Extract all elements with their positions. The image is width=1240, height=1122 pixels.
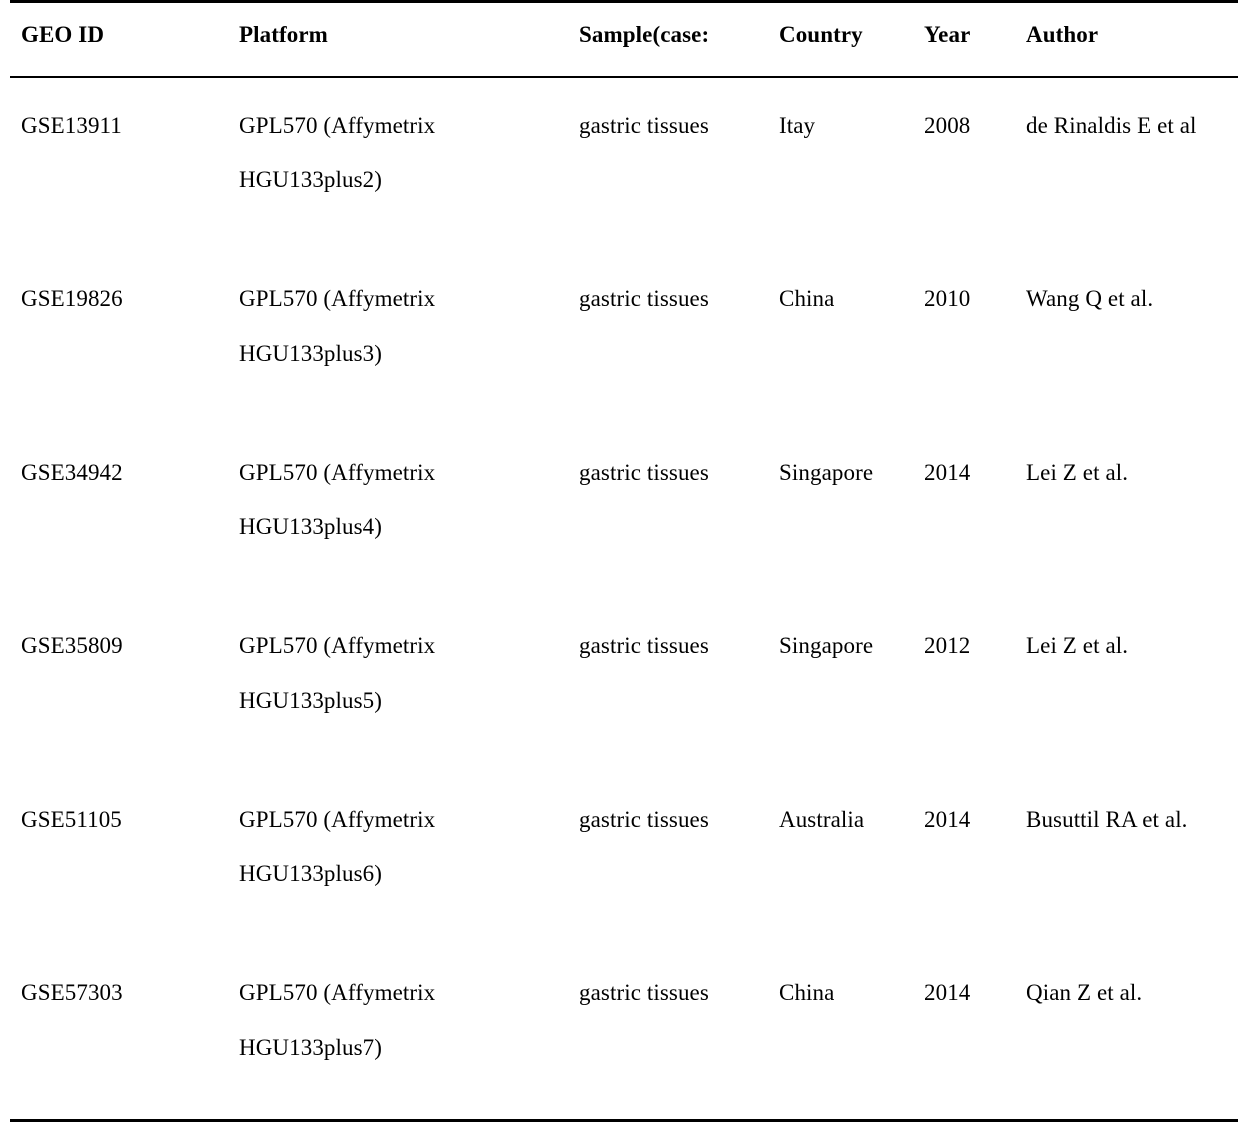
platform-line-2: HGU133plus5) bbox=[239, 687, 383, 713]
platform-line-2: HGU133plus3) bbox=[239, 340, 383, 366]
cell-sample: gastric tissues bbox=[579, 112, 709, 138]
cell-author: Busuttil RA et al. bbox=[1026, 806, 1188, 832]
cell-year: 2008 bbox=[924, 112, 971, 138]
table-row: GSE51105 GPL570 (Affymetrix HGU133plus6)… bbox=[10, 772, 1238, 945]
platform-line-2: HGU133plus2) bbox=[239, 167, 383, 193]
cell-country: Singapore bbox=[779, 459, 874, 485]
cell-author: Wang Q et al. bbox=[1026, 286, 1154, 312]
cell-platform: GPL570 (Affymetrix HGU133plus2) bbox=[239, 77, 579, 251]
cell-year: 2014 bbox=[924, 980, 971, 1006]
platform-line-1: GPL570 (Affymetrix bbox=[239, 286, 436, 312]
column-header-country: Country bbox=[779, 22, 863, 47]
geo-datasets-table-container: GEO ID Platform Sample(case: Country Yea… bbox=[10, 0, 1238, 1122]
cell-year: 2014 bbox=[924, 806, 971, 832]
column-header-geo-id: GEO ID bbox=[21, 22, 105, 47]
document-page: GEO ID Platform Sample(case: Country Yea… bbox=[0, 0, 1240, 1121]
table-row: GSE19826 GPL570 (Affymetrix HGU133plus3)… bbox=[10, 251, 1238, 424]
cell-platform: GPL570 (Affymetrix HGU133plus7) bbox=[239, 945, 579, 1120]
platform-line-1: GPL570 (Affymetrix bbox=[239, 806, 436, 832]
platform-line-2: HGU133plus7) bbox=[239, 1034, 383, 1060]
cell-platform: GPL570 (Affymetrix HGU133plus5) bbox=[239, 598, 579, 771]
cell-geo-id: GSE13911 bbox=[21, 112, 122, 138]
cell-year: 2014 bbox=[924, 459, 971, 485]
cell-country: China bbox=[779, 286, 835, 312]
cell-platform: GPL570 (Affymetrix HGU133plus4) bbox=[239, 425, 579, 598]
cell-sample: gastric tissues bbox=[579, 806, 709, 832]
column-header-author: Author bbox=[1026, 22, 1099, 47]
cell-author: Lei Z et al. bbox=[1026, 633, 1129, 659]
cell-geo-id: GSE19826 bbox=[21, 286, 123, 312]
cell-sample: gastric tissues bbox=[579, 633, 709, 659]
cell-geo-id: GSE57303 bbox=[21, 980, 123, 1006]
table-row: GSE57303 GPL570 (Affymetrix HGU133plus7)… bbox=[10, 945, 1238, 1120]
cell-author: de Rinaldis E et al bbox=[1026, 112, 1197, 138]
platform-line-2: HGU133plus6) bbox=[239, 861, 383, 887]
cell-year: 2010 bbox=[924, 286, 971, 312]
cell-sample: gastric tissues bbox=[579, 459, 709, 485]
column-header-year: Year bbox=[924, 22, 971, 47]
column-header-sample: Sample(case: bbox=[579, 22, 710, 47]
platform-line-1: GPL570 (Affymetrix bbox=[239, 633, 436, 659]
cell-country: China bbox=[779, 980, 835, 1006]
platform-line-2: HGU133plus4) bbox=[239, 514, 383, 540]
cell-platform: GPL570 (Affymetrix HGU133plus6) bbox=[239, 772, 579, 945]
cell-country: Singapore bbox=[779, 633, 874, 659]
table-header: GEO ID Platform Sample(case: Country Yea… bbox=[10, 1, 1238, 77]
cell-sample: gastric tissues bbox=[579, 980, 709, 1006]
cell-country: Australia bbox=[779, 806, 865, 832]
cell-author: Qian Z et al. bbox=[1026, 980, 1143, 1006]
platform-line-1: GPL570 (Affymetrix bbox=[239, 112, 436, 138]
platform-line-1: GPL570 (Affymetrix bbox=[239, 459, 436, 485]
cell-sample: gastric tissues bbox=[579, 286, 709, 312]
cell-geo-id: GSE34942 bbox=[21, 459, 123, 485]
cell-author: Lei Z et al. bbox=[1026, 459, 1129, 485]
cell-platform: GPL570 (Affymetrix HGU133plus3) bbox=[239, 251, 579, 424]
cell-year: 2012 bbox=[924, 633, 971, 659]
platform-line-1: GPL570 (Affymetrix bbox=[239, 980, 436, 1006]
table-row: GSE34942 GPL570 (Affymetrix HGU133plus4)… bbox=[10, 425, 1238, 598]
cell-geo-id: GSE51105 bbox=[21, 806, 122, 832]
geo-datasets-table: GEO ID Platform Sample(case: Country Yea… bbox=[10, 0, 1238, 1122]
table-row: GSE13911 GPL570 (Affymetrix HGU133plus2)… bbox=[10, 77, 1238, 251]
table-header-row: GEO ID Platform Sample(case: Country Yea… bbox=[10, 1, 1238, 77]
table-body: GSE13911 GPL570 (Affymetrix HGU133plus2)… bbox=[10, 77, 1238, 1121]
cell-geo-id: GSE35809 bbox=[21, 633, 123, 659]
table-row: GSE35809 GPL570 (Affymetrix HGU133plus5)… bbox=[10, 598, 1238, 771]
cell-country: Itay bbox=[779, 112, 816, 138]
column-header-platform: Platform bbox=[239, 22, 328, 47]
